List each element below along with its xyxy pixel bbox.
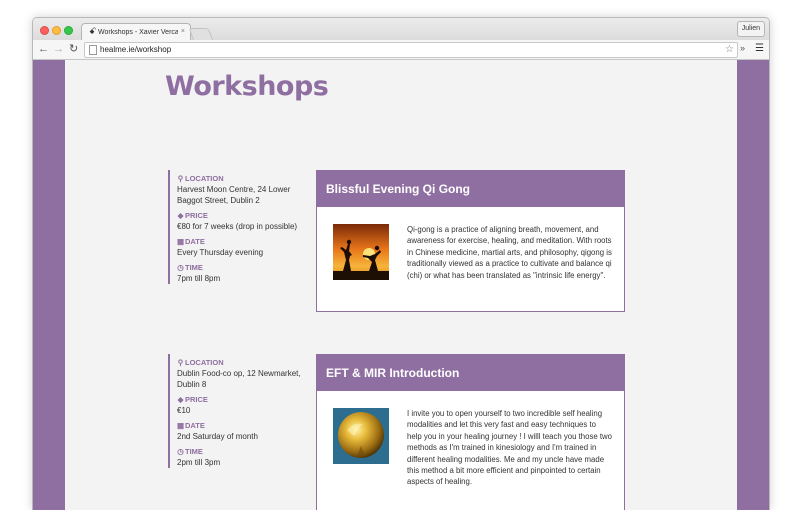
golden-sphere-image [333, 408, 389, 464]
url-text[interactable]: healme.ie/workshop [100, 43, 171, 57]
browser-window: ꗃ Workshops - Xavier Vercaem × Julien ← … [32, 17, 770, 510]
extensions-overflow-icon[interactable]: » [740, 43, 745, 53]
page-viewport: Workshops ⚲ Location Harvest Moon Centre,… [33, 60, 769, 510]
time-label: ◷Time [177, 263, 203, 272]
price-label: ◆ Price [177, 211, 208, 220]
date-label: ▦Date [177, 237, 205, 246]
calendar-icon: ▦ [177, 421, 185, 430]
browser-toolbar: ← → ↻ healme.ie/workshop ☆ » ☰ [33, 40, 769, 60]
location-label: ⚲ Location [177, 358, 224, 367]
date-value: 2nd Saturday of month [177, 432, 258, 441]
time-value: 7pm till 8pm [177, 274, 221, 283]
bookmark-star-icon[interactable]: ☆ [725, 43, 734, 57]
close-window-button[interactable] [40, 26, 49, 35]
title-bar: ꗃ Workshops - Xavier Vercaem × Julien [33, 18, 769, 41]
tab-title: Workshops - Xavier Vercaem [98, 29, 178, 36]
figure-favicon-icon: ꗃ [89, 26, 97, 36]
workshop-title[interactable]: Blissful Evening Qi Gong [317, 171, 624, 207]
clock-icon: ◷ [177, 447, 184, 456]
page-content: Workshops ⚲ Location Harvest Moon Centre,… [65, 60, 737, 510]
map-marker-icon: ⚲ [177, 358, 184, 367]
forward-icon[interactable]: → [53, 43, 64, 55]
page-title: Workshops [165, 71, 329, 102]
profile-button[interactable]: Julien [736, 21, 765, 37]
reload-icon[interactable]: ↻ [69, 43, 78, 55]
minimize-window-button[interactable] [52, 26, 61, 35]
date-label: ▦Date [177, 421, 205, 430]
back-icon[interactable]: ← [38, 43, 49, 55]
workshop-card: EFT & MIR Introduction I invite you to o… [316, 354, 625, 510]
workshop-details: ⚲ Location Harvest Moon Centre, 24 Lower … [168, 170, 307, 284]
location-value: Dublin Food-co op, 12 Newmarket, Dublin … [177, 369, 301, 389]
tag-icon: ◆ [177, 211, 184, 220]
time-label: ◷Time [177, 447, 203, 456]
date-value: Every Thursday evening [177, 248, 264, 257]
workshop-title[interactable]: EFT & MIR Introduction [317, 355, 624, 391]
browser-tab[interactable]: ꗃ Workshops - Xavier Vercaem × [81, 23, 191, 41]
tab-close-icon[interactable]: × [181, 28, 185, 35]
page-icon [89, 45, 97, 55]
workshop-card: Blissful Evening Qi Gong Qi-gong is a pr… [316, 170, 625, 312]
location-label: ⚲ Location [177, 174, 224, 183]
address-bar[interactable]: healme.ie/workshop ☆ [84, 42, 738, 58]
workshop-details: ⚲ Location Dublin Food-co op, 12 Newmarke… [168, 354, 307, 468]
zoom-window-button[interactable] [64, 26, 73, 35]
clock-icon: ◷ [177, 263, 184, 272]
location-value: Harvest Moon Centre, 24 Lower Baggot Str… [177, 185, 291, 205]
price-value: €10 [177, 406, 191, 415]
price-label: ◆ Price [177, 395, 208, 404]
workshop-description: Qi-gong is a practice of aligning breath… [407, 225, 612, 280]
time-value: 2pm till 3pm [177, 458, 221, 467]
price-value: €80 for 7 weeks (drop in possible) [177, 222, 298, 231]
tag-icon: ◆ [177, 395, 184, 404]
workshop-description: I invite you to open yourself to two inc… [407, 409, 613, 487]
calendar-icon: ▦ [177, 237, 185, 246]
map-marker-icon: ⚲ [177, 174, 184, 183]
qigong-silhouette-image [333, 224, 389, 280]
browser-menu-icon[interactable]: ☰ [755, 43, 764, 54]
